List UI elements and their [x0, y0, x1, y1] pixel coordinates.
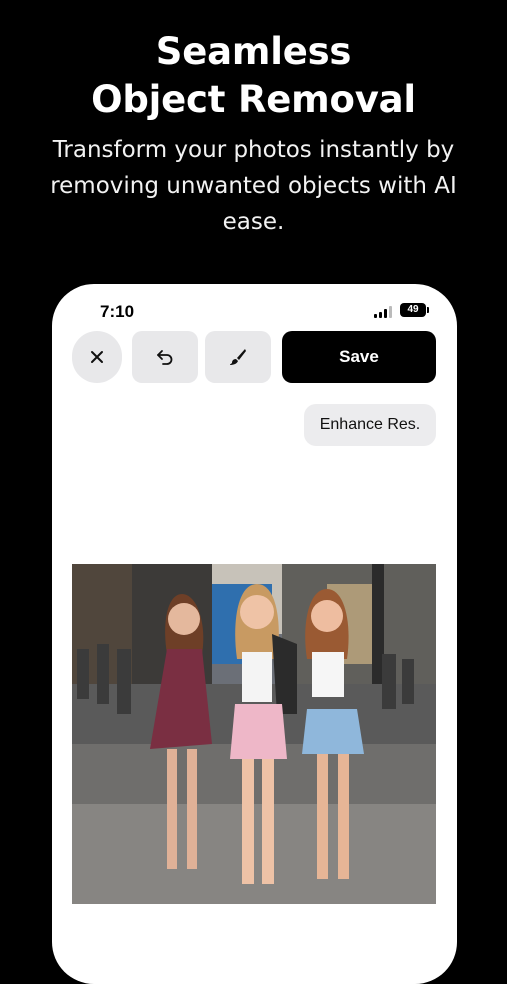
hero-subtitle: Transform your photos instantly by remov…: [50, 137, 457, 235]
brush-icon: [230, 349, 246, 365]
brush-button[interactable]: [205, 331, 271, 383]
photo-illustration: [72, 564, 436, 904]
status-time: 7:10: [100, 302, 135, 321]
close-icon: [91, 351, 103, 363]
editor-toolbar: Save: [52, 331, 457, 383]
hero-title-line-1: Seamless: [155, 30, 352, 73]
phone-mockup: 7:10 49 Save Enhance Res.: [52, 284, 457, 984]
battery-level: 49: [407, 304, 419, 315]
close-button[interactable]: [72, 331, 122, 383]
hero-title: Seamless Object Removal: [0, 28, 507, 124]
battery-icon: 49: [400, 303, 429, 317]
save-button[interactable]: Save: [282, 331, 436, 383]
hero-title-line-2: Object Removal: [91, 78, 416, 121]
status-bar: 7:10 49: [52, 302, 457, 322]
edited-photo[interactable]: [72, 564, 436, 904]
enhance-resolution-button[interactable]: Enhance Res.: [304, 404, 436, 446]
signal-icon: [374, 306, 392, 318]
hero-header: Seamless Object Removal Transform your p…: [0, 28, 507, 240]
undo-button[interactable]: [132, 331, 198, 383]
undo-icon: [157, 350, 173, 365]
